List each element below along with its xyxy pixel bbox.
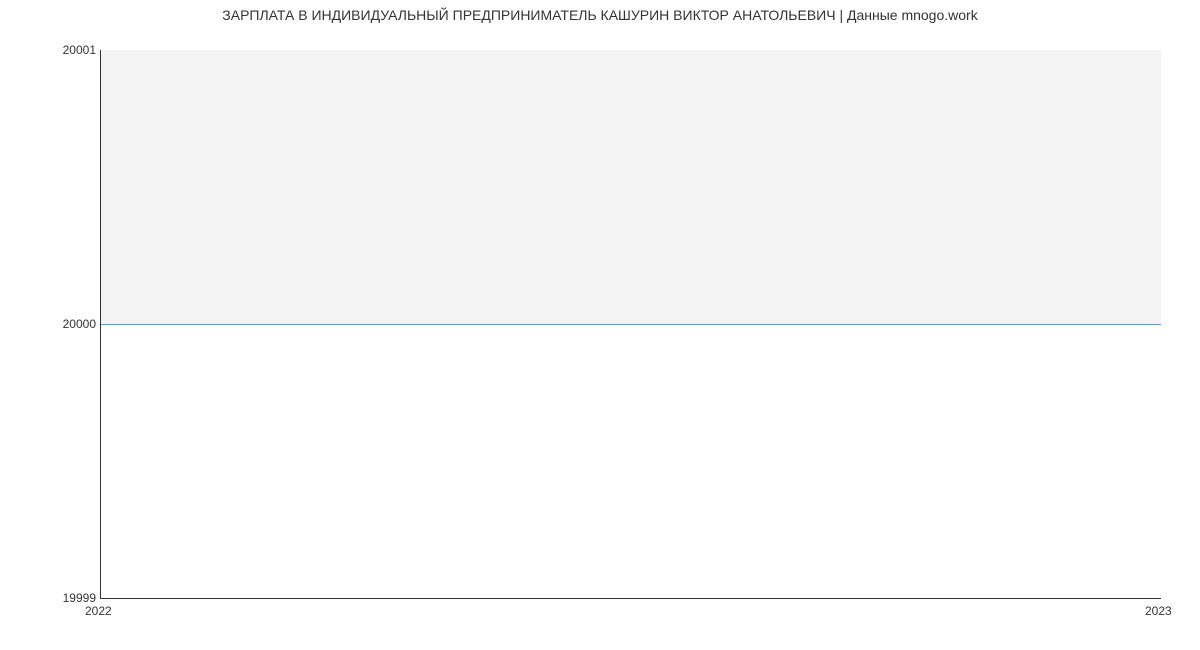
series-line [101, 324, 1161, 325]
x-tick-label: 2023 [1145, 604, 1172, 618]
x-tick-label: 2022 [85, 604, 112, 618]
upper-band-shade [101, 50, 1161, 324]
y-tick-label: 19999 [63, 591, 96, 605]
chart-title: ЗАРПЛАТА В ИНДИВИДУАЛЬНЫЙ ПРЕДПРИНИМАТЕЛ… [0, 7, 1200, 23]
y-tick-label: 20000 [63, 317, 96, 331]
plot-area [100, 50, 1161, 599]
salary-chart: ЗАРПЛАТА В ИНДИВИДУАЛЬНЫЙ ПРЕДПРИНИМАТЕЛ… [0, 0, 1200, 650]
y-tick-label: 20001 [63, 43, 96, 57]
